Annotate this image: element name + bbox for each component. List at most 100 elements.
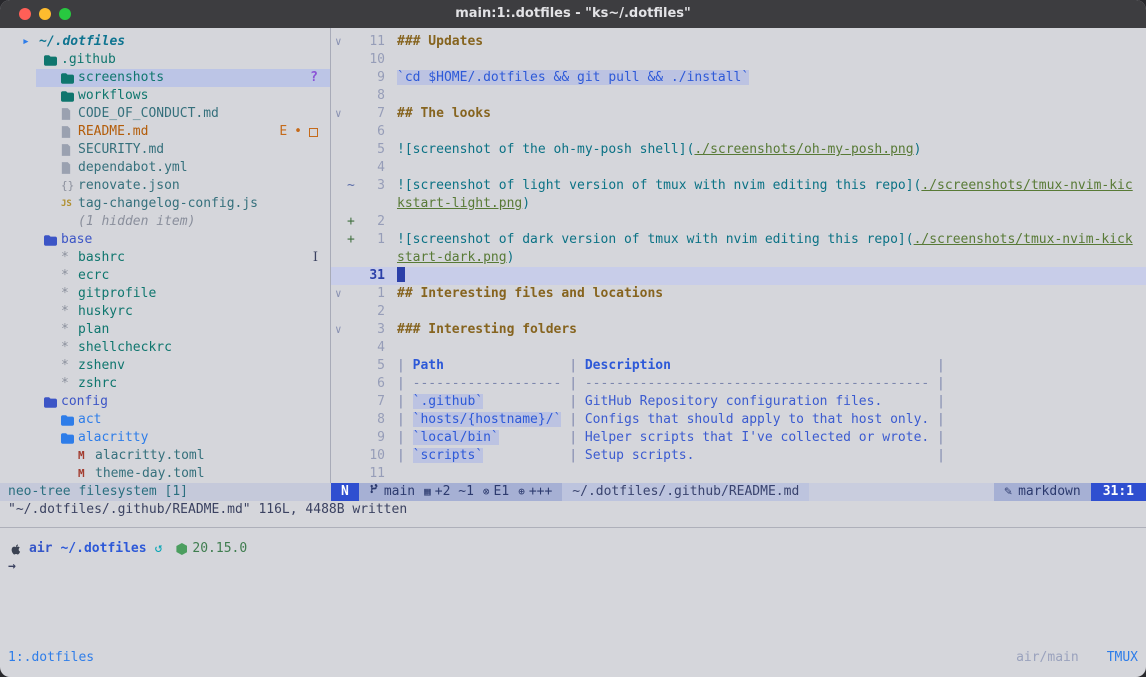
git-sign: +	[347, 231, 359, 267]
tree-item-label: ecrc	[78, 267, 109, 285]
tmux-window-item[interactable]: 1:.dotfiles	[8, 649, 94, 667]
tree-row[interactable]: base	[0, 231, 330, 249]
tree-row[interactable]: JStag-changelog-config.js	[0, 195, 330, 213]
fold-icon[interactable]: ∨	[335, 321, 347, 339]
tree-row[interactable]: *ecrc	[0, 267, 330, 285]
tmux-right-status: air/main TMUX	[1016, 649, 1138, 667]
dotfile-icon: *	[61, 339, 78, 357]
tree-row[interactable]: config	[0, 393, 330, 411]
editor-line[interactable]: 9| `local/bin` | Helper scripts that I'v…	[331, 429, 1146, 447]
tree-row[interactable]: *huskyrc	[0, 303, 330, 321]
editor-line[interactable]: ∨11### Updates	[331, 33, 1146, 51]
tree-row[interactable]: ▸~/.dotfiles	[0, 33, 330, 51]
fold-icon	[335, 429, 347, 447]
tree-row[interactable]: *gitprofile	[0, 285, 330, 303]
fold-icon	[335, 123, 347, 141]
editor-line[interactable]: 11	[331, 465, 1146, 483]
editor-line[interactable]: 9`cd $HOME/.dotfiles && git pull && ./in…	[331, 69, 1146, 87]
plus-icon: ⊕	[518, 483, 525, 501]
tree-row[interactable]: CODE_OF_CONDUCT.md	[0, 105, 330, 123]
tree-row[interactable]: Mtheme-day.toml	[0, 465, 330, 483]
tree-item-label: CODE_OF_CONDUCT.md	[78, 105, 219, 123]
editor-line[interactable]: 31	[331, 267, 1146, 285]
fold-icon	[335, 159, 347, 177]
dotfile-icon: *	[61, 375, 78, 393]
line-text: ![screenshot of the oh-my-posh shell](./…	[397, 141, 1137, 159]
tree-row[interactable]: {}renovate.json	[0, 177, 330, 195]
line-text	[397, 465, 1137, 483]
editor-line[interactable]: ∨3### Interesting folders	[331, 321, 1146, 339]
cursor-position: 31:1	[1091, 483, 1146, 501]
shell-input-line[interactable]: →	[8, 558, 1138, 576]
status-badge: ?	[310, 69, 318, 87]
editor-line[interactable]: 10| `scripts` | Setup scripts. |	[331, 447, 1146, 465]
tree-row[interactable]: .github	[0, 51, 330, 69]
git-sign	[347, 357, 359, 375]
line-number: 10	[359, 447, 385, 465]
tree-row[interactable]: README.mdE•	[0, 123, 330, 141]
tree-row[interactable]: SECURITY.md	[0, 141, 330, 159]
editor-line[interactable]: 8	[331, 87, 1146, 105]
status-badge: E	[279, 123, 287, 141]
tree-row[interactable]: alacritty	[0, 429, 330, 447]
shell-pane[interactable]: air ~/.dotfiles ↺ 20.15.0 →	[0, 528, 1146, 647]
refresh-icon: ↺	[155, 540, 163, 558]
tree-row[interactable]: screenshots?	[0, 69, 330, 87]
fold-icon	[335, 303, 347, 321]
filetype-segment: ✎ markdown	[994, 483, 1090, 501]
tree-row[interactable]: workflows	[0, 87, 330, 105]
zoom-button[interactable]	[59, 8, 71, 20]
tree-row[interactable]: Malacritty.toml	[0, 447, 330, 465]
line-number: 11	[359, 465, 385, 483]
tree-row[interactable]: *zshrc	[0, 375, 330, 393]
tmux-session-label: air/main	[1016, 649, 1079, 667]
line-number: 7	[359, 105, 385, 123]
tree-item-label: act	[78, 411, 101, 429]
editor-line[interactable]: 6| ------------------- | ---------------…	[331, 375, 1146, 393]
tree-row[interactable]: *plan	[0, 321, 330, 339]
tree-row[interactable]: *shellcheckrc	[0, 339, 330, 357]
line-number: 5	[359, 141, 385, 159]
editor-line[interactable]: 10	[331, 51, 1146, 69]
git-sign	[347, 321, 359, 339]
editor-line[interactable]: 8| `hosts/{hostname}/` | Configs that sh…	[331, 411, 1146, 429]
tree-item-label: screenshots	[78, 69, 164, 87]
tree-row[interactable]: *bashrcI	[0, 249, 330, 267]
tree-row[interactable]: (1 hidden item)	[0, 213, 330, 231]
error-icon: ⊗	[483, 483, 490, 501]
editor-line[interactable]: 6	[331, 123, 1146, 141]
tree-row[interactable]: act	[0, 411, 330, 429]
editor-line[interactable]: 2	[331, 303, 1146, 321]
minimize-button[interactable]	[39, 8, 51, 20]
editor-line[interactable]: 4	[331, 159, 1146, 177]
line-text	[397, 213, 1137, 231]
mode-indicator: N	[331, 483, 359, 501]
line-number: 11	[359, 33, 385, 51]
fold-icon	[335, 357, 347, 375]
line-text: ![screenshot of dark version of tmux wit…	[397, 231, 1137, 267]
editor-line[interactable]: ∨7## The looks	[331, 105, 1146, 123]
editor-line[interactable]: 5| Path | Description |	[331, 357, 1146, 375]
editor-line[interactable]: ~3![screenshot of light version of tmux …	[331, 177, 1146, 213]
line-text: `cd $HOME/.dotfiles && git pull && ./ins…	[397, 69, 1137, 87]
tree-row[interactable]: *zshenv	[0, 357, 330, 375]
json-icon: {}	[61, 177, 78, 195]
git-sign	[347, 339, 359, 357]
line-text	[397, 303, 1137, 321]
line-text: ![screenshot of light version of tmux wi…	[397, 177, 1137, 213]
tree-row[interactable]: dependabot.yml	[0, 159, 330, 177]
line-number: 8	[359, 411, 385, 429]
editor-line[interactable]: 5 ![screenshot of the oh-my-posh shell](.…	[331, 141, 1146, 159]
folder-icon	[44, 235, 61, 246]
editor-line[interactable]: +2	[331, 213, 1146, 231]
editor-line[interactable]: 4	[331, 339, 1146, 357]
close-button[interactable]	[19, 8, 31, 20]
fold-icon[interactable]: ∨	[335, 285, 347, 303]
fold-icon[interactable]: ∨	[335, 105, 347, 123]
node-hexagon-icon	[176, 543, 187, 555]
editor-line[interactable]: +1![screenshot of dark version of tmux w…	[331, 231, 1146, 267]
fold-icon[interactable]: ∨	[335, 33, 347, 51]
editor-line[interactable]: 7| `.github` | GitHub Repository configu…	[331, 393, 1146, 411]
line-number: 3	[359, 321, 385, 339]
editor-line[interactable]: ∨1## Interesting files and locations	[331, 285, 1146, 303]
